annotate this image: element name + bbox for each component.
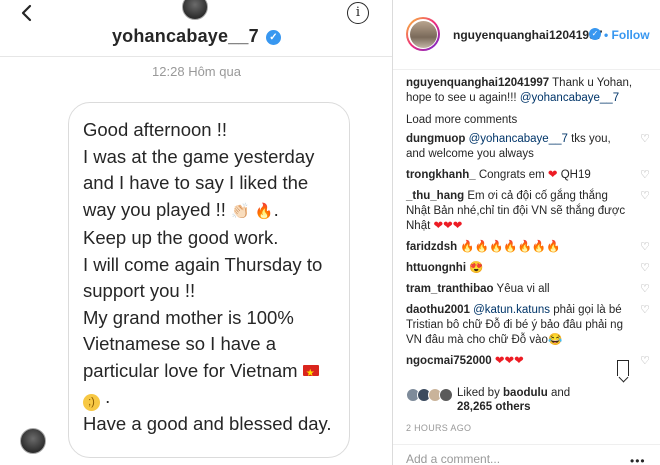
- more-options-icon[interactable]: •••: [630, 454, 646, 465]
- winking-face-icon: ;): [83, 394, 100, 411]
- post-caption: nguyenquanghai12041997 Thank u Yohan, ho…: [406, 77, 633, 104]
- comment-item: dungmuop @yohancabaye__7 tks you, and we…: [406, 133, 650, 160]
- message-line: My grand mother is 100% Vietnamese so I …: [83, 305, 337, 411]
- fire-icon: 🔥: [254, 202, 274, 220]
- dm-chat-screenshot: yohancabaye__7 ✓ i 12:28 Hôm qua Good af…: [0, 0, 393, 465]
- like-comment-heart-icon[interactable]: ♡: [640, 242, 650, 253]
- like-comment-heart-icon[interactable]: ♡: [640, 305, 650, 316]
- message-line: Have a good and blessed day.: [83, 413, 332, 434]
- clapping-hands-icon: 👏🏻: [231, 202, 250, 220]
- chat-username[interactable]: yohancabaye__7 ✓: [0, 26, 392, 47]
- comment-username[interactable]: daothu2001: [406, 304, 470, 316]
- follow-button[interactable]: • Follow: [604, 28, 650, 42]
- comment-item: faridzdsh 🔥🔥🔥🔥🔥🔥🔥 ♡: [406, 240, 652, 255]
- post-actions: [393, 358, 660, 378]
- author-avatar[interactable]: [406, 17, 440, 51]
- heart-eyes-icon: 😍: [469, 262, 484, 274]
- post-date: 2 HOURS AGO: [406, 423, 472, 433]
- comment-username[interactable]: httuongnhi: [406, 262, 466, 274]
- load-more-comments-button[interactable]: Load more comments: [406, 114, 652, 126]
- chat-header: yohancabaye__7 ✓ i: [0, 0, 392, 60]
- verified-badge-icon: ✓: [266, 30, 282, 45]
- comment-mention[interactable]: @katun.katuns: [470, 304, 550, 316]
- add-comment-input[interactable]: [406, 452, 606, 465]
- chat-header-avatar[interactable]: [182, 0, 208, 20]
- add-comment-bar: •••: [393, 444, 660, 465]
- comment-item: _thu_hang Em ơi cả đội cố gắng thắng Nhậ…: [406, 190, 650, 232]
- comment-item: tram_tranthibao Yêua vi all ♡: [406, 283, 650, 295]
- comment-item: httuongnhi 😍 ♡: [406, 261, 652, 276]
- post-panel: nguyenquanghai12041997 ✓ • Follow nguyen…: [393, 0, 660, 465]
- comment-mention[interactable]: @yohancabaye__7: [465, 133, 568, 145]
- vietnam-flag-icon: [302, 361, 319, 387]
- likes-summary: Liked by baodulu and 28,265 others: [406, 386, 652, 416]
- comment-username[interactable]: dungmuop: [406, 133, 465, 145]
- red-heart-icon: ❤❤❤: [433, 220, 463, 232]
- like-comment-heart-icon[interactable]: ♡: [640, 170, 650, 181]
- like-comment-heart-icon[interactable]: ♡: [640, 134, 650, 145]
- message-line: I will come again Thursday to support yo…: [83, 253, 323, 302]
- caption-username[interactable]: nguyenquanghai12041997: [406, 77, 549, 89]
- comment-username[interactable]: faridzdsh: [406, 241, 457, 253]
- comment-username[interactable]: _thu_hang: [406, 190, 464, 202]
- comments-list: nguyenquanghai12041997 Thank u Yohan, ho…: [406, 76, 652, 375]
- likes-text: Liked by baodulu and 28,265 others: [457, 387, 571, 413]
- caption-mention[interactable]: @yohancabaye__7: [520, 92, 619, 104]
- author-username[interactable]: nguyenquanghai12041997: [453, 28, 602, 42]
- like-comment-heart-icon[interactable]: ♡: [640, 263, 650, 274]
- message-line: Good afternoon !!: [83, 119, 227, 140]
- liker-avatar: [439, 388, 453, 402]
- red-heart-icon: ❤: [547, 169, 558, 181]
- bookmark-icon[interactable]: [617, 360, 629, 376]
- comment-item: daothu2001 @katun.katuns phải gọi là bé …: [406, 304, 650, 346]
- post-header: nguyenquanghai12041997 ✓ • Follow: [393, 0, 660, 70]
- fire-icon: 🔥🔥🔥🔥🔥🔥🔥: [460, 241, 561, 253]
- message-timestamp: 12:28 Hôm qua: [152, 64, 241, 79]
- message-line: Keep up the good work.: [83, 227, 279, 248]
- likes-count-link[interactable]: 28,265 others: [457, 401, 531, 413]
- comment-username[interactable]: trongkhanh_: [406, 169, 476, 181]
- liker-username[interactable]: baodulu: [503, 387, 548, 399]
- like-comment-heart-icon[interactable]: ♡: [640, 284, 650, 295]
- like-comment-heart-icon[interactable]: ♡: [640, 191, 650, 202]
- comment-username[interactable]: tram_tranthibao: [406, 283, 494, 295]
- message-line: I was at the game yesterday and I have t…: [83, 144, 337, 226]
- comment-item: trongkhanh_ Congrats em ❤ QH19 ♡: [406, 169, 650, 181]
- verified-badge-icon: ✓: [589, 28, 601, 40]
- sender-avatar: [20, 428, 46, 454]
- laughing-face-icon: 😂: [547, 334, 563, 346]
- chevron-left-icon[interactable]: [18, 4, 36, 22]
- message-bubble: Good afternoon !! I was at the game yest…: [68, 102, 350, 458]
- info-icon[interactable]: i: [347, 2, 369, 24]
- divider: [0, 56, 392, 57]
